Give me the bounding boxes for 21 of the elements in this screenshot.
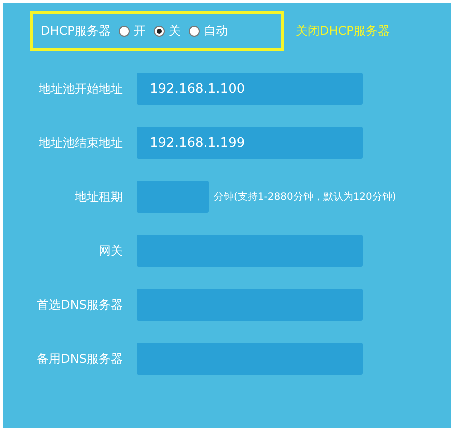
field-label: 网关 (98, 242, 123, 260)
radio-icon[interactable] (154, 26, 165, 36)
field-label: 备用DNS服务器 (36, 350, 123, 368)
radio-icon[interactable] (188, 26, 200, 36)
radio-option[interactable]: 开 (118, 22, 146, 40)
radio-option[interactable]: 自动 (188, 22, 228, 40)
input-field[interactable] (137, 289, 363, 321)
field-note: 分钟(支持1-2880分钟，默认为120分钟) (214, 190, 396, 204)
field-label: 首选DNS服务器 (36, 296, 123, 314)
field-label: 地址池结束地址 (38, 134, 123, 152)
input-field[interactable]: 192.168.1.199 (137, 127, 363, 159)
input-field[interactable] (137, 235, 363, 267)
dhcp-label: DHCP服务器 (41, 22, 111, 40)
field-label: 地址租期 (74, 188, 123, 206)
input-field[interactable]: 192.168.1.100 (137, 73, 363, 105)
radio-icon[interactable] (118, 26, 130, 36)
status-hint: 关闭DHCP服务器 (296, 22, 390, 40)
input-field[interactable] (137, 343, 363, 375)
radio-option[interactable]: 关 (154, 22, 181, 40)
field-label: 地址池开始地址 (38, 80, 123, 98)
input-field[interactable] (137, 181, 209, 213)
